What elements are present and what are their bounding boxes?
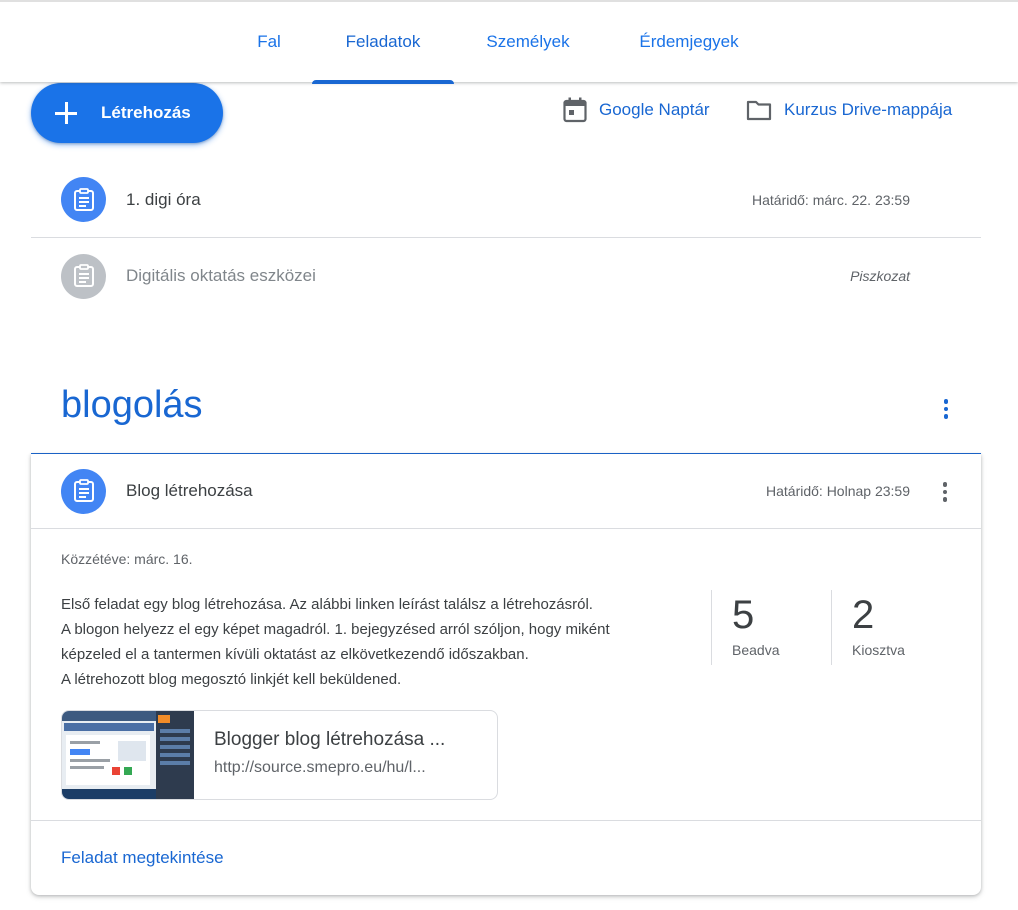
tab-classwork[interactable]: Feladatok [312, 2, 454, 84]
top-tab-bar: Fal Feladatok Személyek Érdemjegyek [0, 0, 1018, 84]
assignment-due-date: Határidő: márc. 22. 23:59 [752, 191, 910, 208]
assignment-row[interactable]: Digitális oktatás eszközei Piszkozat [31, 238, 981, 314]
assignment-due-date: Határidő: Holnap 23:59 [766, 483, 910, 499]
assignment-icon [61, 253, 106, 299]
course-drive-folder-label: Kurzus Drive-mappája [784, 100, 953, 119]
topic-more-options-icon[interactable] [932, 393, 960, 425]
assignment-icon [61, 468, 106, 514]
description-line: A blogon helyezz el egy képet magadról. … [61, 621, 610, 638]
description-line: A létrehozott blog megosztó linkjét kell… [61, 671, 402, 688]
assignment-description: Első feladat egy blog létrehozása. Az al… [61, 592, 681, 692]
create-button-label: Létrehozás [101, 103, 191, 122]
tab-classwork-label: Feladatok [345, 32, 421, 51]
assignment-card-expanded: Blog létrehozása Határidő: Holnap 23:59 … [31, 454, 981, 895]
tab-grades[interactable]: Érdemjegyek [614, 2, 764, 82]
assignment-row[interactable]: 1. digi óra Határidő: márc. 22. 23:59 [31, 162, 981, 238]
google-calendar-label: Google Naptár [599, 100, 710, 119]
description-line: képzeled el a tantermen kívüli oktatást … [61, 646, 529, 663]
description-line: Első feladat egy blog létrehozása. Az al… [61, 596, 593, 613]
attachment-url: http://source.smepro.eu/hu/l... [214, 759, 426, 776]
topic-title[interactable]: blogolás [61, 384, 203, 427]
assignment-title: Digitális oktatás eszközei [126, 266, 316, 285]
turned-in-count[interactable]: 5 Beadva [711, 590, 779, 665]
view-assignment-link[interactable]: Feladat megtekintése [61, 848, 224, 868]
google-calendar-link[interactable]: Google Naptár [563, 96, 710, 124]
assignment-card-header[interactable]: Blog létrehozása Határidő: Holnap 23:59 [31, 454, 981, 529]
tab-stream[interactable]: Fal [247, 2, 291, 82]
assigned-label: Kiosztva [852, 642, 905, 658]
link-attachment[interactable]: Blogger blog létrehozása ... http://sour… [61, 710, 498, 800]
assignment-icon [61, 177, 106, 222]
calendar-icon [563, 97, 587, 123]
assigned-count[interactable]: 2 Kiosztva [831, 590, 905, 665]
course-drive-folder-link[interactable]: Kurzus Drive-mappája [746, 96, 952, 124]
plus-icon [55, 102, 77, 124]
draft-status: Piszkozat [850, 268, 910, 284]
turned-in-value: 5 [732, 593, 755, 637]
assignment-more-options-icon[interactable] [931, 476, 959, 508]
attachment-title: Blogger blog létrehozása ... [214, 729, 446, 750]
turned-in-label: Beadva [732, 642, 780, 658]
active-tab-indicator [312, 80, 454, 84]
assignment-title: 1. digi óra [126, 189, 201, 209]
assigned-value: 2 [852, 593, 875, 637]
create-button[interactable]: Létrehozás [31, 83, 223, 143]
attachment-thumbnail [62, 711, 194, 799]
assignment-card-footer: Feladat megtekintése [31, 820, 981, 895]
tab-people[interactable]: Személyek [466, 2, 590, 82]
assignment-title: Blog létrehozása [126, 481, 253, 500]
folder-icon [746, 100, 772, 121]
posted-date: Közzétéve: márc. 16. [61, 551, 193, 567]
